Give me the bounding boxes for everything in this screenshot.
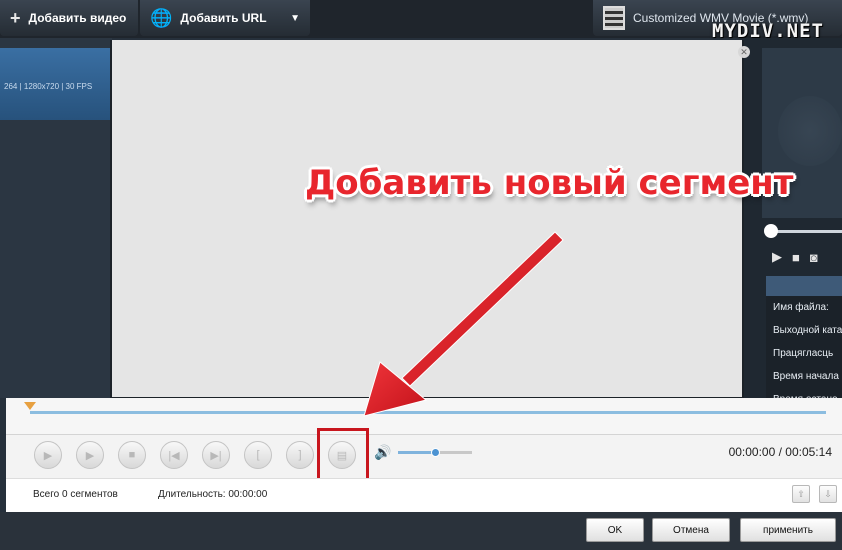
film-icon: [603, 6, 625, 30]
time-display: 00:00:00 / 00:05:14: [728, 445, 832, 459]
play-segment-icon: ▶: [85, 449, 95, 462]
globe-icon: 🌐: [150, 7, 173, 28]
move-up-button[interactable]: ⇧: [792, 485, 810, 503]
bracket-open-icon: [: [256, 449, 260, 461]
segment-status-bar: [6, 478, 842, 512]
set-start-button[interactable]: [: [244, 441, 272, 469]
side-info-header: [766, 276, 842, 296]
stop-button[interactable]: ■: [118, 441, 146, 469]
annotation-text: Добавить новый сегмент: [305, 163, 794, 203]
move-down-button[interactable]: ⇩: [819, 485, 837, 503]
info-label-duration: Працягласць: [773, 348, 834, 359]
cancel-button[interactable]: Отмена: [652, 518, 730, 542]
arrow-down-icon: ⇩: [824, 488, 832, 499]
side-play-icon[interactable]: ▶: [772, 249, 782, 265]
total-duration: Длительность: 00:00:00: [158, 489, 268, 500]
segment-count: Всего 0 сегментов: [33, 489, 118, 500]
play-segment-button[interactable]: ▶: [76, 441, 104, 469]
timeline-playhead[interactable]: [24, 402, 36, 410]
play-button[interactable]: ▶: [34, 441, 62, 469]
film-reel-icon: [778, 96, 842, 166]
side-player-controls: ▶ ■ ◙: [766, 246, 842, 268]
timeline-bar: [6, 398, 842, 434]
add-segment-highlight: [317, 428, 369, 482]
timeline-track[interactable]: [30, 411, 826, 414]
info-label-start-time: Время начала: [773, 371, 839, 382]
skip-forward-icon: ▶|: [210, 449, 222, 462]
add-url-label: Добавить URL: [180, 11, 267, 25]
side-camera-icon[interactable]: ◙: [810, 250, 818, 265]
previous-frame-button[interactable]: |◀: [160, 441, 188, 469]
chevron-down-icon[interactable]: ▼: [290, 13, 300, 24]
plus-icon: +: [10, 7, 21, 28]
side-stop-icon[interactable]: ■: [792, 250, 800, 265]
add-video-button[interactable]: + Добавить видео: [0, 0, 138, 36]
info-label-output-folder: Выходной ката: [773, 325, 842, 336]
info-label-filename: Имя файла:: [773, 302, 829, 313]
volume-icon[interactable]: 🔊: [374, 444, 391, 461]
side-seek-knob[interactable]: [764, 224, 778, 238]
add-video-label: Добавить видео: [28, 11, 127, 25]
volume-slider-fill: [398, 451, 433, 454]
screenshot-root: + Добавить видео 🌐 Добавить URL ▼ Custom…: [0, 0, 842, 550]
side-info-list: Имя файла: Выходной ката Працягласць Вре…: [766, 296, 842, 400]
video-preview: [112, 40, 742, 397]
stop-icon: ■: [128, 449, 136, 461]
video-info-text: 264 | 1280x720 | 30 FPS: [4, 82, 93, 91]
volume-slider-knob[interactable]: [431, 448, 440, 457]
bracket-close-icon: ]: [298, 449, 302, 461]
add-url-button[interactable]: 🌐 Добавить URL ▼: [140, 0, 310, 36]
play-icon: ▶: [43, 449, 53, 462]
side-seek-track[interactable]: [768, 230, 842, 233]
file-list-item-selected[interactable]: 264 | 1280x720 | 30 FPS: [0, 48, 112, 120]
close-icon[interactable]: ✕: [738, 46, 750, 58]
apply-button[interactable]: применить: [740, 518, 836, 542]
ok-button[interactable]: OK: [586, 518, 644, 542]
next-frame-button[interactable]: ▶|: [202, 441, 230, 469]
set-end-button[interactable]: ]: [286, 441, 314, 469]
arrow-up-icon: ⇧: [797, 488, 805, 499]
skip-back-icon: |◀: [168, 449, 180, 462]
